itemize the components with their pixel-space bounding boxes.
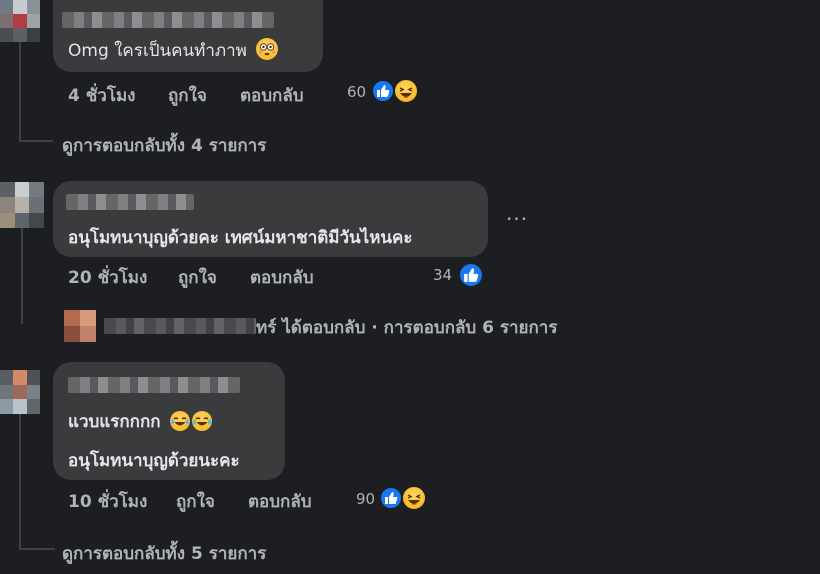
comment-time[interactable]: 4 ชั่วโมง (68, 82, 135, 109)
view-replies-link[interactable]: ดูการตอบกลับทั้ง 4 รายการ (62, 132, 266, 159)
thread-line (21, 228, 23, 324)
reaction-count[interactable]: 90 (356, 490, 375, 508)
reply-summary-link[interactable]: ทร์ ได้ตอบกลับ · การตอบกลับ 6 รายการ (256, 314, 557, 341)
thread-line-branch (19, 548, 55, 550)
like-button[interactable]: ถูกใจ (168, 82, 207, 109)
replier-name[interactable] (104, 318, 256, 334)
thread-line (19, 414, 21, 548)
comment-text: Omg ใครเป็นคนทำภาพ (68, 37, 279, 64)
avatar[interactable] (0, 0, 40, 42)
more-options-button[interactable]: ··· (506, 207, 528, 231)
comment-time[interactable]: 10 ชั่วโมง (68, 488, 147, 515)
like-button[interactable]: ถูกใจ (176, 488, 215, 515)
haha-reaction-icon (393, 78, 419, 104)
reaction-count[interactable]: 34 (433, 266, 452, 284)
reply-button[interactable]: ตอบกลับ (250, 264, 314, 291)
comment-text-line2: อนุโมทนาบุญด้วยนะคะ (68, 451, 240, 471)
reply-button[interactable]: ตอบกลับ (240, 82, 304, 109)
commenter-name[interactable] (62, 12, 274, 28)
reaction-count[interactable]: 60 (347, 83, 366, 101)
commenter-name[interactable] (66, 194, 194, 210)
comment-time[interactable]: 20 ชั่วโมง (68, 264, 147, 291)
like-reaction-icon (371, 79, 395, 103)
thread-line (19, 42, 21, 142)
commenter-name[interactable] (68, 377, 240, 393)
like-button[interactable]: ถูกใจ (178, 264, 217, 291)
reply-button[interactable]: ตอบกลับ (248, 488, 312, 515)
comment-text: อนุโมทนาบุญด้วยคะ เทศน์มหาชาติมีวันไหนคะ (68, 228, 413, 248)
reply-avatar[interactable] (64, 310, 96, 342)
like-reaction-icon (379, 486, 403, 510)
avatar[interactable] (0, 370, 40, 414)
avatar[interactable] (0, 182, 44, 228)
flushed-face-icon (256, 38, 279, 60)
view-replies-link[interactable]: ดูการตอบกลับทั้ง 5 รายการ (62, 540, 266, 567)
haha-reaction-icon (401, 485, 427, 511)
like-reaction-icon (458, 262, 484, 288)
comment-text-line1: แวบแรกกกก (68, 408, 213, 435)
tears-of-joy-icon (192, 411, 213, 431)
thread-line-branch (19, 140, 53, 142)
tears-of-joy-icon (170, 411, 191, 431)
